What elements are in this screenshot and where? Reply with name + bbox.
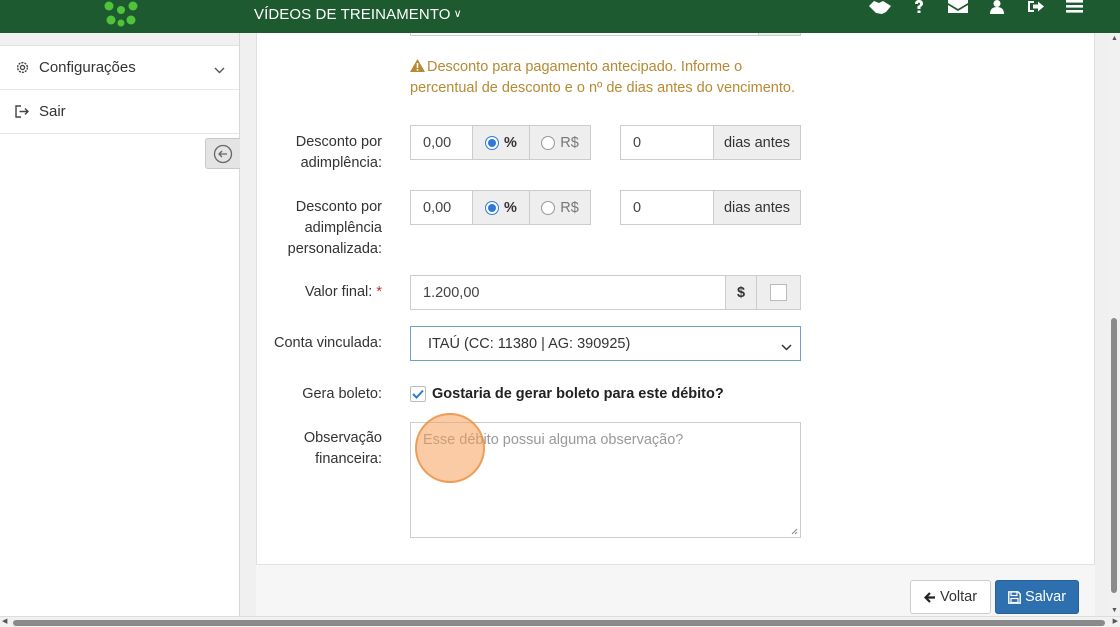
days-before-addon: dias antes: [713, 190, 801, 225]
custom-discount-label: Desconto por adimplência personalizada:: [287, 199, 382, 257]
discount-warning: Desconto para pagamento antecipado. Info…: [410, 58, 810, 98]
radio-selected: [485, 135, 500, 150]
discount-days-input[interactable]: 0: [620, 125, 714, 160]
click-indicator: [415, 413, 485, 483]
checkbox-unchecked[interactable]: [770, 284, 787, 301]
previous-field-edge: [410, 33, 801, 36]
financial-note-label: Observação financeira:: [303, 430, 382, 467]
custom-discount-percent-option[interactable]: %: [472, 190, 530, 225]
resize-grip-icon[interactable]: [791, 528, 798, 535]
top-navbar: VÍDEOS DE TREINAMENTO ∨: [0, 0, 1120, 33]
sidebar-item-label: Configurações: [39, 59, 136, 76]
final-value-checkbox-addon[interactable]: [756, 275, 801, 310]
horizontal-scrollbar[interactable]: ◀ ▶: [0, 616, 1120, 627]
discount-currency-option[interactable]: R$: [529, 125, 591, 160]
linked-account-value: ITAÚ (CC: 11380 | AG: 390925): [428, 335, 631, 352]
user-icon[interactable]: [977, 0, 1016, 14]
discount-value-input[interactable]: 0,00: [410, 125, 473, 160]
scroll-left-arrow-icon[interactable]: ◀: [2, 618, 7, 625]
radio-unselected: [541, 135, 556, 150]
generate-slip-text: Gostaria de gerar boleto para este débit…: [432, 386, 724, 402]
required-mark: *: [376, 284, 382, 300]
top-icon-bar: [860, 0, 1094, 14]
custom-discount-days-input[interactable]: 0: [620, 190, 714, 225]
chevron-down-icon: ∨: [453, 8, 462, 20]
training-videos-menu[interactable]: VÍDEOS DE TREINAMENTO ∨: [254, 6, 462, 23]
sidebar: Configurações Sair: [0, 33, 240, 616]
training-videos-label: VÍDEOS DE TREINAMENTO: [254, 6, 451, 23]
chevron-down-icon: [781, 339, 792, 355]
scroll-down-arrow-icon[interactable]: ▼: [1111, 607, 1118, 614]
arrow-left-icon: [923, 591, 935, 603]
discount-label: Desconto por adimplência:: [295, 134, 382, 171]
radio-selected: [485, 200, 500, 215]
sidebar-item-logout[interactable]: Sair: [0, 90, 239, 134]
sidebar-item-settings[interactable]: Configurações: [0, 46, 239, 90]
final-value-input[interactable]: 1.200,00: [410, 275, 726, 310]
generate-slip-label: Gera boleto:: [302, 386, 382, 402]
currency-option-label: R$: [560, 134, 579, 151]
days-before-addon: dias antes: [713, 125, 801, 160]
vertical-scrollbar[interactable]: ▲ ▼: [1108, 33, 1120, 616]
handshake-icon[interactable]: [860, 0, 899, 14]
floppy-disk-icon: [1008, 590, 1021, 604]
scroll-up-arrow-icon[interactable]: ▲: [1111, 35, 1118, 42]
final-value-label: Valor final: *: [222, 282, 382, 303]
help-icon[interactable]: [899, 0, 938, 14]
logout-icon[interactable]: [1016, 0, 1055, 14]
chevron-down-icon: [214, 61, 225, 78]
linked-account-select[interactable]: ITAÚ (CC: 11380 | AG: 390925): [410, 326, 801, 361]
collapse-sidebar-button[interactable]: [205, 138, 240, 169]
envelope-icon[interactable]: [938, 0, 977, 14]
vertical-scroll-thumb[interactable]: [1111, 318, 1117, 593]
custom-discount-currency-option[interactable]: R$: [529, 190, 591, 225]
horizontal-scroll-thumb[interactable]: [13, 620, 1105, 626]
generate-slip-checkbox[interactable]: [410, 386, 426, 402]
radio-unselected: [541, 200, 556, 215]
currency-addon: $: [725, 275, 757, 310]
sign-out-icon: [14, 104, 30, 120]
scroll-right-arrow-icon[interactable]: ▶: [1113, 618, 1118, 625]
save-button[interactable]: Salvar: [995, 580, 1079, 614]
percent-option-label: %: [504, 134, 517, 151]
final-value-label-text: Valor final:: [304, 284, 373, 300]
hamburger-icon[interactable]: [1055, 0, 1094, 14]
warning-text: Desconto para pagamento antecipado. Info…: [410, 59, 795, 96]
back-button[interactable]: Voltar: [910, 580, 991, 614]
sidebar-divider: [0, 33, 239, 46]
save-button-label: Salvar: [1024, 589, 1067, 605]
generate-slip-row[interactable]: Gostaria de gerar boleto para este débit…: [410, 386, 724, 402]
linked-account-label: Conta vinculada:: [273, 335, 382, 351]
discount-percent-option[interactable]: %: [472, 125, 530, 160]
warning-icon: [410, 59, 425, 79]
check-icon: [412, 389, 424, 399]
sidebar-item-label: Sair: [39, 103, 66, 120]
logo[interactable]: [100, 0, 142, 28]
gear-icon: [14, 60, 30, 76]
arrow-left-circle-icon: [213, 144, 233, 163]
back-button-label: Voltar: [939, 589, 978, 605]
custom-discount-value-input[interactable]: 0,00: [410, 190, 473, 225]
percent-option-label: %: [504, 199, 517, 216]
currency-option-label: R$: [560, 199, 579, 216]
